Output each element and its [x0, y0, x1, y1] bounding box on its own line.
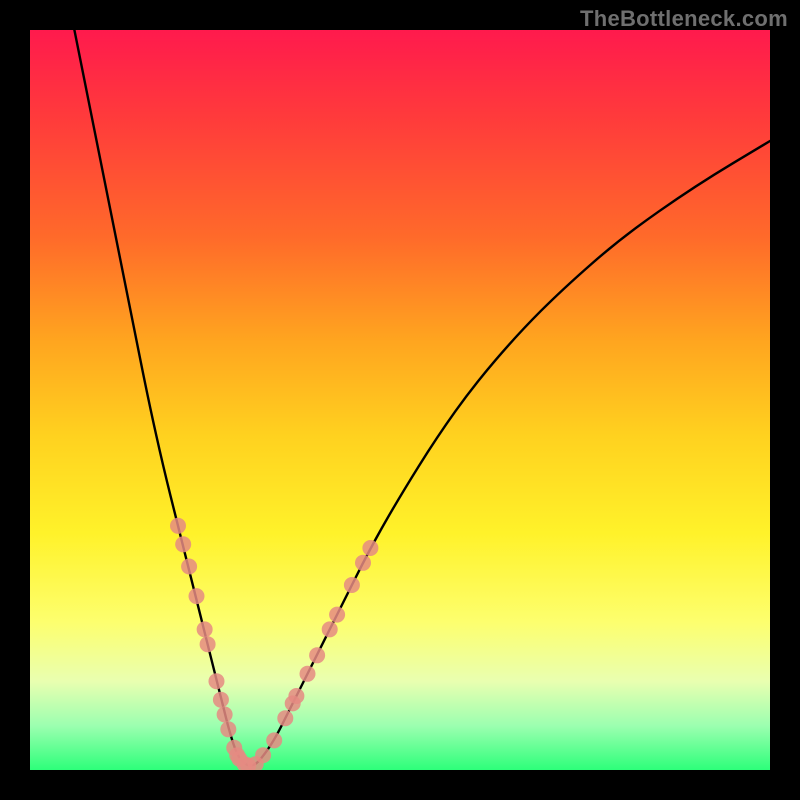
data-marker — [300, 666, 316, 682]
data-marker — [181, 559, 197, 575]
data-marker — [255, 747, 271, 763]
marker-group — [170, 518, 378, 770]
chart-svg — [30, 30, 770, 770]
plot-area — [30, 30, 770, 770]
data-marker — [355, 555, 371, 571]
data-marker — [288, 688, 304, 704]
data-marker — [189, 588, 205, 604]
data-marker — [362, 540, 378, 556]
data-marker — [170, 518, 186, 534]
data-marker — [217, 707, 233, 723]
data-marker — [220, 721, 236, 737]
data-marker — [277, 710, 293, 726]
data-marker — [344, 577, 360, 593]
watermark-text: TheBottleneck.com — [580, 6, 788, 32]
data-marker — [266, 732, 282, 748]
data-marker — [197, 621, 213, 637]
data-marker — [309, 647, 325, 663]
chart-stage: TheBottleneck.com — [0, 0, 800, 800]
data-marker — [175, 536, 191, 552]
data-marker — [322, 621, 338, 637]
bottleneck-curve-path — [74, 30, 770, 766]
data-marker — [200, 636, 216, 652]
data-marker — [329, 607, 345, 623]
data-marker — [208, 673, 224, 689]
data-marker — [213, 692, 229, 708]
